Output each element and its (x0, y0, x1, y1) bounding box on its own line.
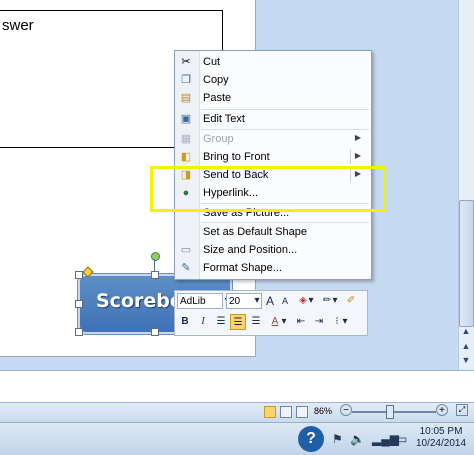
bring-to-front-icon: ◧ (180, 151, 192, 163)
resize-handle-top[interactable] (151, 271, 159, 279)
menu-label: Edit Text (203, 113, 245, 125)
menu-label: Group (203, 133, 234, 145)
normal-view-icon[interactable] (264, 406, 276, 418)
fill-dropdown-icon[interactable]: ▾ (307, 293, 315, 309)
menu-label: Set as Default Shape (203, 226, 307, 238)
clock-time: 10:05 PM (419, 426, 463, 437)
scrollbar-thumb[interactable] (459, 200, 474, 327)
menu-item-bring-to-front[interactable]: ◧ Bring to Front ▶ (175, 148, 371, 166)
rotation-handle-line (154, 259, 155, 271)
menu-item-size-position[interactable]: ▭ Size and Position... (175, 241, 371, 259)
rotation-handle[interactable] (151, 252, 160, 261)
shape-text: Scorebo (96, 290, 183, 312)
display-icon[interactable]: ▭ (396, 432, 407, 446)
format-painter-icon[interactable]: ✐ (343, 293, 359, 309)
menu-label: Bring to Front (203, 151, 270, 163)
bold-button[interactable]: B (177, 314, 193, 330)
menu-item-group[interactable]: ▦ Group ▶ (175, 130, 371, 148)
mini-toolbar: AdLib ▾ 20 ▾ A A ◈ ▾ ✏ ▾ ✐ B I ☰ ☰ ☰ A ▾… (174, 290, 368, 336)
volume-icon[interactable]: 🔈 (350, 432, 365, 446)
yellow-highlight-box (150, 166, 386, 212)
copy-icon: ❐ (181, 74, 191, 86)
menu-item-set-default-shape[interactable]: Set as Default Shape (175, 223, 371, 241)
menu-label: Cut (203, 56, 221, 68)
menu-item-format-shape[interactable]: ✎ Format Shape... (175, 259, 371, 277)
edit-text-icon: ▣ (180, 113, 192, 125)
zoom-level[interactable]: 86% (314, 406, 332, 416)
split-divider (350, 150, 351, 164)
group-icon: ▦ (180, 133, 192, 145)
font-name-value: AdLib (180, 296, 206, 307)
previous-page-icon[interactable]: ▲ (459, 340, 473, 353)
slide-sorter-view-icon[interactable] (280, 406, 292, 418)
format-shape-icon: ✎ (181, 262, 191, 274)
shrink-font-icon[interactable]: A (277, 293, 293, 309)
menu-label: Size and Position... (203, 244, 298, 256)
resize-handle-left[interactable] (75, 300, 83, 308)
action-center-flag-icon[interactable]: ⚑ (332, 432, 343, 446)
menu-item-cut[interactable]: ✂ Cut (175, 53, 371, 71)
zoom-slider-thumb[interactable] (386, 405, 394, 419)
resize-handle-bottom-left[interactable] (75, 328, 83, 336)
align-left-icon[interactable]: ☰ (213, 314, 229, 330)
font-size-dropdown-icon[interactable]: ▾ (253, 293, 261, 309)
menu-item-copy[interactable]: ❐ Copy (175, 71, 371, 89)
menu-item-paste[interactable]: ▤ Paste (175, 89, 371, 107)
decrease-indent-icon[interactable]: ⇤ (293, 314, 309, 330)
slide-show-view-icon[interactable] (296, 406, 308, 418)
grow-font-icon[interactable]: A (262, 293, 278, 309)
next-page-icon[interactable]: ▼ (459, 354, 473, 367)
fit-to-window-icon[interactable]: ⤢ (456, 404, 468, 416)
increase-indent-icon[interactable]: ⇥ (311, 314, 327, 330)
size-position-icon: ▭ (180, 244, 192, 256)
italic-button[interactable]: I (195, 314, 211, 330)
resize-handle-bottom[interactable] (151, 328, 159, 336)
font-name-field[interactable]: AdLib (177, 293, 223, 309)
zoom-out-icon[interactable]: − (340, 404, 352, 416)
bullets-dropdown-icon[interactable]: ▾ (341, 314, 349, 330)
scissors-icon: ✂ (181, 56, 191, 68)
menu-label: Copy (203, 74, 229, 86)
network-signal-icon[interactable]: ▂▄▆ (372, 432, 399, 446)
system-clock[interactable]: 10:05 PM 10/24/2014 (412, 426, 470, 450)
scroll-up-icon[interactable]: ▲ (459, 325, 473, 338)
paste-icon: ▤ (180, 92, 192, 104)
help-clock-icon[interactable]: ? (298, 426, 324, 452)
font-size-value: 20 (229, 296, 241, 307)
zoom-in-icon[interactable]: + (436, 404, 448, 416)
clock-date: 10/24/2014 (415, 438, 467, 449)
menu-item-edit-text[interactable]: ▣ Edit Text (175, 110, 371, 128)
menu-label: Format Shape... (203, 262, 282, 274)
submenu-arrow-icon[interactable]: ▶ (355, 151, 361, 160)
textbox-text: swer (2, 17, 34, 34)
submenu-arrow-icon: ▶ (354, 133, 361, 142)
zoom-slider-track[interactable] (352, 411, 436, 413)
align-right-icon[interactable]: ☰ (248, 314, 264, 330)
horizontal-scroll-area (0, 370, 474, 403)
font-color-dropdown-icon[interactable]: ▾ (280, 314, 288, 330)
align-center-icon[interactable]: ☰ (230, 314, 246, 330)
line-dropdown-icon[interactable]: ▾ (331, 293, 339, 309)
menu-label: Paste (203, 92, 232, 104)
context-menu: ✂ Cut ❐ Copy ▤ Paste ▣ Edit Text ▦ Group… (174, 50, 372, 280)
